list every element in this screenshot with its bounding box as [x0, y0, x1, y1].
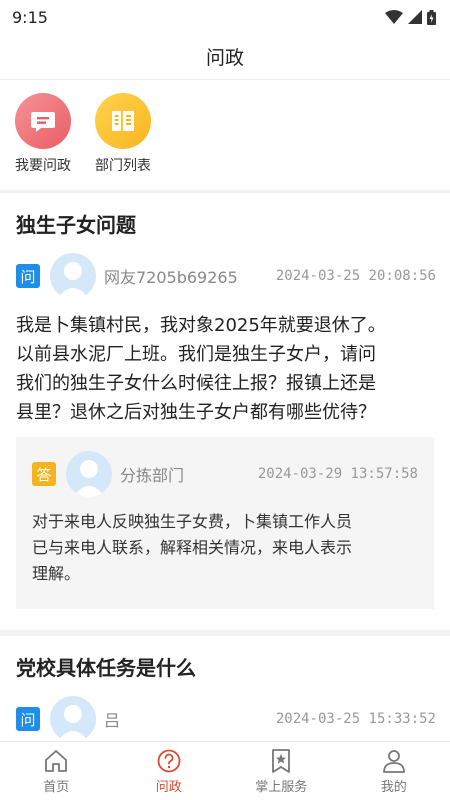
tab-label: 首页: [43, 780, 70, 795]
text-line: 理解。: [32, 564, 81, 583]
author-name: 网友7205b69265: [104, 268, 238, 287]
tab-label: 掌上服务: [255, 780, 308, 795]
home-icon: [45, 750, 68, 772]
text-line: 对于来电人反映独生子女费，卜集镇工作人员: [32, 512, 353, 531]
question-meta: 问 吕 2024-03-25 15:33:52: [16, 696, 436, 741]
status-time: 9:15: [12, 7, 48, 27]
post-card[interactable]: 独生子女问题 问 网友7205b69265 2024-03-25 20:08:5…: [0, 193, 450, 630]
post-title: 独生子女问题: [16, 213, 136, 237]
question-icon: [157, 749, 181, 773]
status-icons: [385, 9, 436, 25]
avatar: [50, 696, 96, 741]
author-name: 吕: [104, 711, 121, 730]
text-line: 县里？退休之后对独生子女户都有哪些优待？: [16, 402, 376, 423]
app-header: 问政: [0, 34, 450, 80]
tab-home[interactable]: 首页: [0, 742, 113, 800]
quick-action-ask[interactable]: 我要问政: [6, 88, 80, 188]
quick-actions: 我要问政 部门列表: [0, 88, 450, 188]
answer-tag: 答: [32, 462, 56, 486]
message-icon: [15, 93, 71, 149]
quick-action-label: 我要问政: [15, 158, 71, 174]
wifi-icon: [385, 10, 403, 24]
text-line: 我是卜集镇村民，我对象2025年就要退休了。: [16, 315, 386, 336]
post-card[interactable]: 党校具体任务是什么 问 吕 2024-03-25 15:33:52: [0, 636, 450, 741]
answer-time: 2024-03-29 13:57:58: [257, 466, 418, 482]
text-line: 已与来电人联系，解释相关情况，来电人表示: [32, 538, 353, 557]
user-icon: [382, 750, 405, 773]
list-icon: [95, 93, 151, 149]
answer-meta: 答 分拣部门 2024-03-29 13:57:58: [32, 451, 418, 497]
post-time: 2024-03-25 15:33:52: [275, 711, 436, 727]
page-title: 问政: [205, 47, 244, 69]
tab-profile[interactable]: 我的: [338, 742, 450, 800]
post-title: 党校具体任务是什么: [16, 656, 196, 680]
text-line: 我们的独生子女什么时候往上报？报镇上还是: [16, 373, 376, 394]
quick-action-label: 部门列表: [95, 158, 151, 174]
post-time: 2024-03-25 20:08:56: [275, 268, 436, 284]
text-line: 以前县水泥厂上班。我们是独生子女户，请问: [16, 344, 376, 365]
question-content: 我是卜集镇村民，我对象2025年就要退休了。 以前县水泥厂上班。我们是独生子女户…: [16, 311, 434, 427]
question-meta: 问 网友7205b69265 2024-03-25 20:08:56: [16, 253, 436, 299]
question-tag: 问: [16, 707, 40, 731]
bottom-tab-bar: 首页 问政 掌上服务 我的: [0, 741, 450, 800]
tab-wenzheng[interactable]: 问政: [113, 742, 226, 800]
signal-icon: [408, 10, 422, 24]
quick-action-departments[interactable]: 部门列表: [86, 88, 160, 188]
tab-label: 我的: [380, 780, 407, 795]
answer-content: 对于来电人反映独生子女费，卜集镇工作人员 已与来电人联系，解释相关情况，来电人表…: [32, 509, 418, 587]
department-name: 分拣部门: [120, 466, 185, 485]
battery-icon: [427, 9, 436, 25]
question-tag: 问: [16, 264, 40, 288]
avatar: [50, 253, 96, 299]
status-bar: 9:15: [0, 0, 450, 34]
bookmark-star-icon: [272, 749, 291, 773]
avatar: [66, 451, 112, 497]
tab-label: 问政: [155, 780, 182, 795]
tab-services[interactable]: 掌上服务: [225, 742, 338, 800]
